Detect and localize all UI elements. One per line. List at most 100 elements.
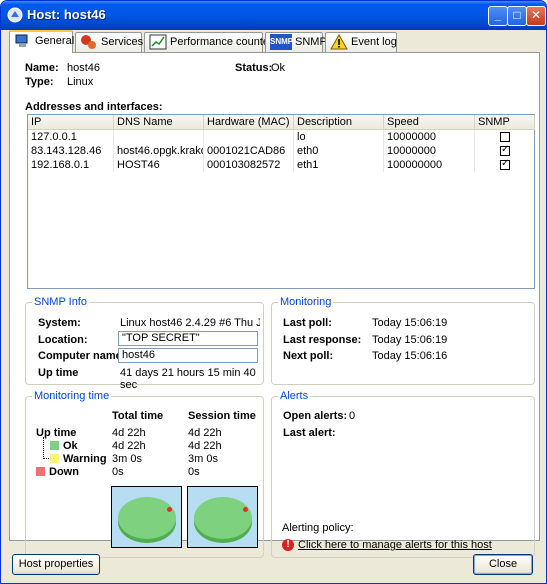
table-row[interactable]: 127.0.0.1 lo 10000000 — [28, 130, 534, 144]
dns-cell — [114, 130, 204, 144]
description-cell: eth1 — [294, 158, 384, 172]
next-poll-label: Next poll: — [283, 350, 334, 362]
column-header-snmp[interactable]: SNMP — [475, 115, 535, 130]
mac-cell: 0001021CAD86 — [204, 144, 294, 158]
speed-cell: 10000000 — [384, 144, 475, 158]
description-cell: lo — [294, 130, 384, 144]
alerts-group: Alerts Open alerts: 0 Last alert: Alerti… — [271, 390, 535, 558]
tab-services[interactable]: Services — [75, 32, 144, 52]
tab-snmp[interactable]: SNMP SNMP — [265, 32, 327, 52]
mac-cell — [204, 130, 294, 144]
warning-session: 3m 0s — [188, 453, 218, 465]
warning-row-label: Warning — [63, 453, 107, 465]
ok-swatch — [50, 441, 59, 450]
warning-swatch — [50, 454, 59, 463]
down-total: 0s — [112, 466, 124, 478]
status-value: Ok — [271, 62, 286, 74]
description-cell: eth0 — [294, 144, 384, 158]
last-response-label: Last response: — [283, 334, 362, 346]
host-properties-button[interactable]: Host properties — [12, 554, 100, 575]
close-button[interactable]: Close — [473, 554, 533, 575]
minimize-button[interactable]: _ — [488, 6, 508, 26]
session-time-pie-chart — [187, 486, 258, 548]
last-alert-label: Last alert: — [283, 427, 336, 439]
title-bar[interactable]: Host: host46 _ □ ✕ — [1, 1, 546, 30]
last-poll-value: Today 15:06:19 — [372, 317, 448, 329]
ip-cell: 192.168.0.1 — [28, 158, 114, 172]
total-time-pie-chart — [111, 486, 182, 548]
manage-alerts-link[interactable]: Click here to manage alerts for this hos… — [298, 539, 492, 551]
system-label: System: — [38, 317, 81, 329]
host-window: Host: host46 _ □ ✕ General Services Perf… — [0, 0, 547, 584]
snmp-uptime-label: Up time — [38, 367, 79, 379]
close-icon: ✕ — [530, 8, 542, 22]
window-content: General Services Performance counters SN… — [5, 30, 544, 581]
table-row[interactable]: 83.143.128.46 host46.opgk.krakow.pl 0001… — [28, 144, 534, 158]
warning-pie-slice — [243, 507, 248, 512]
tab-event-log-label: Event log — [351, 36, 397, 48]
table-row[interactable]: 192.168.0.1 HOST46 000103082572 eth1 100… — [28, 158, 534, 172]
column-header-description[interactable]: Description — [294, 115, 384, 130]
dns-cell: host46.opgk.krakow.pl — [114, 144, 204, 158]
tab-general[interactable]: General — [9, 30, 74, 53]
ok-total: 4d 22h — [112, 440, 146, 452]
name-label: Name: — [25, 62, 59, 74]
computer-name-label: Computer name: — [38, 350, 126, 362]
snmp-checkbox[interactable] — [500, 132, 510, 142]
tree-connector — [43, 437, 49, 459]
snmp-checkbox[interactable] — [500, 144, 510, 156]
close-window-button[interactable]: ✕ — [526, 6, 546, 26]
uptime-total: 4d 22h — [112, 427, 146, 439]
computer-name-field[interactable]: host46 — [118, 348, 258, 363]
column-header-mac[interactable]: Hardware (MAC) — [204, 115, 294, 130]
tab-performance-label: Performance counters — [170, 36, 279, 48]
session-time-header: Session time — [188, 410, 256, 422]
tab-services-label: Services — [101, 36, 144, 48]
name-value: host46 — [67, 62, 101, 74]
monitoring-title: Monitoring — [278, 296, 334, 308]
location-label: Location: — [38, 334, 88, 346]
speed-cell: 100000000 — [384, 158, 475, 172]
column-header-dns[interactable]: DNS Name — [114, 115, 204, 130]
location-field[interactable]: "TOP SECRET" — [118, 331, 258, 346]
snmp-checkbox[interactable] — [500, 158, 510, 170]
mac-cell: 000103082572 — [204, 158, 294, 172]
general-tab-panel: Name: host46 Type: Linux Status: Ok Addr… — [9, 52, 540, 558]
down-session: 0s — [188, 466, 200, 478]
gears-icon — [81, 35, 96, 50]
down-swatch — [36, 467, 45, 476]
minimize-icon: _ — [494, 8, 502, 22]
warning-icon — [330, 34, 348, 50]
monitoring-group: Monitoring Last poll: Today 15:06:19 Las… — [271, 296, 535, 385]
window-title: Host: host46 — [27, 7, 106, 22]
uptime-session: 4d 22h — [188, 427, 222, 439]
type-label: Type: — [25, 76, 54, 88]
table-header: IP DNS Name Hardware (MAC) Description S… — [28, 115, 535, 130]
tab-performance-counters[interactable]: Performance counters — [144, 32, 278, 52]
next-poll-value: Today 15:06:16 — [372, 350, 448, 362]
app-icon — [7, 7, 23, 23]
snmp-info-title: SNMP Info — [32, 296, 89, 308]
down-row-label: Down — [49, 466, 79, 478]
snmp-icon: SNMP — [270, 34, 293, 51]
snmp-info-group: SNMP Info System: Linux host46 2.4.29 #6… — [25, 296, 264, 391]
ip-cell: 127.0.0.1 — [28, 130, 114, 144]
maximize-button[interactable]: □ — [507, 6, 527, 26]
ip-cell: 83.143.128.46 — [28, 144, 114, 158]
type-value: Linux — [67, 76, 94, 88]
ok-pie-slice — [118, 497, 176, 539]
tab-event-log[interactable]: Event log — [325, 32, 397, 52]
status-label: Status: — [235, 62, 273, 74]
open-alerts-value: 0 — [349, 410, 356, 422]
alerts-title: Alerts — [278, 390, 311, 402]
last-response-value: Today 15:06:19 — [372, 334, 448, 346]
monitoring-time-title: Monitoring time — [32, 390, 112, 402]
system-value: Linux host46 2.4.29 #6 Thu Jan 20 — [120, 317, 260, 329]
total-time-header: Total time — [112, 410, 164, 422]
speed-cell: 10000000 — [384, 130, 475, 144]
column-header-speed[interactable]: Speed — [384, 115, 475, 130]
ok-pie-slice — [194, 497, 252, 539]
addresses-table[interactable]: IP DNS Name Hardware (MAC) Description S… — [27, 114, 535, 289]
column-header-ip[interactable]: IP — [28, 115, 114, 130]
ok-row-label: Ok — [63, 440, 78, 452]
